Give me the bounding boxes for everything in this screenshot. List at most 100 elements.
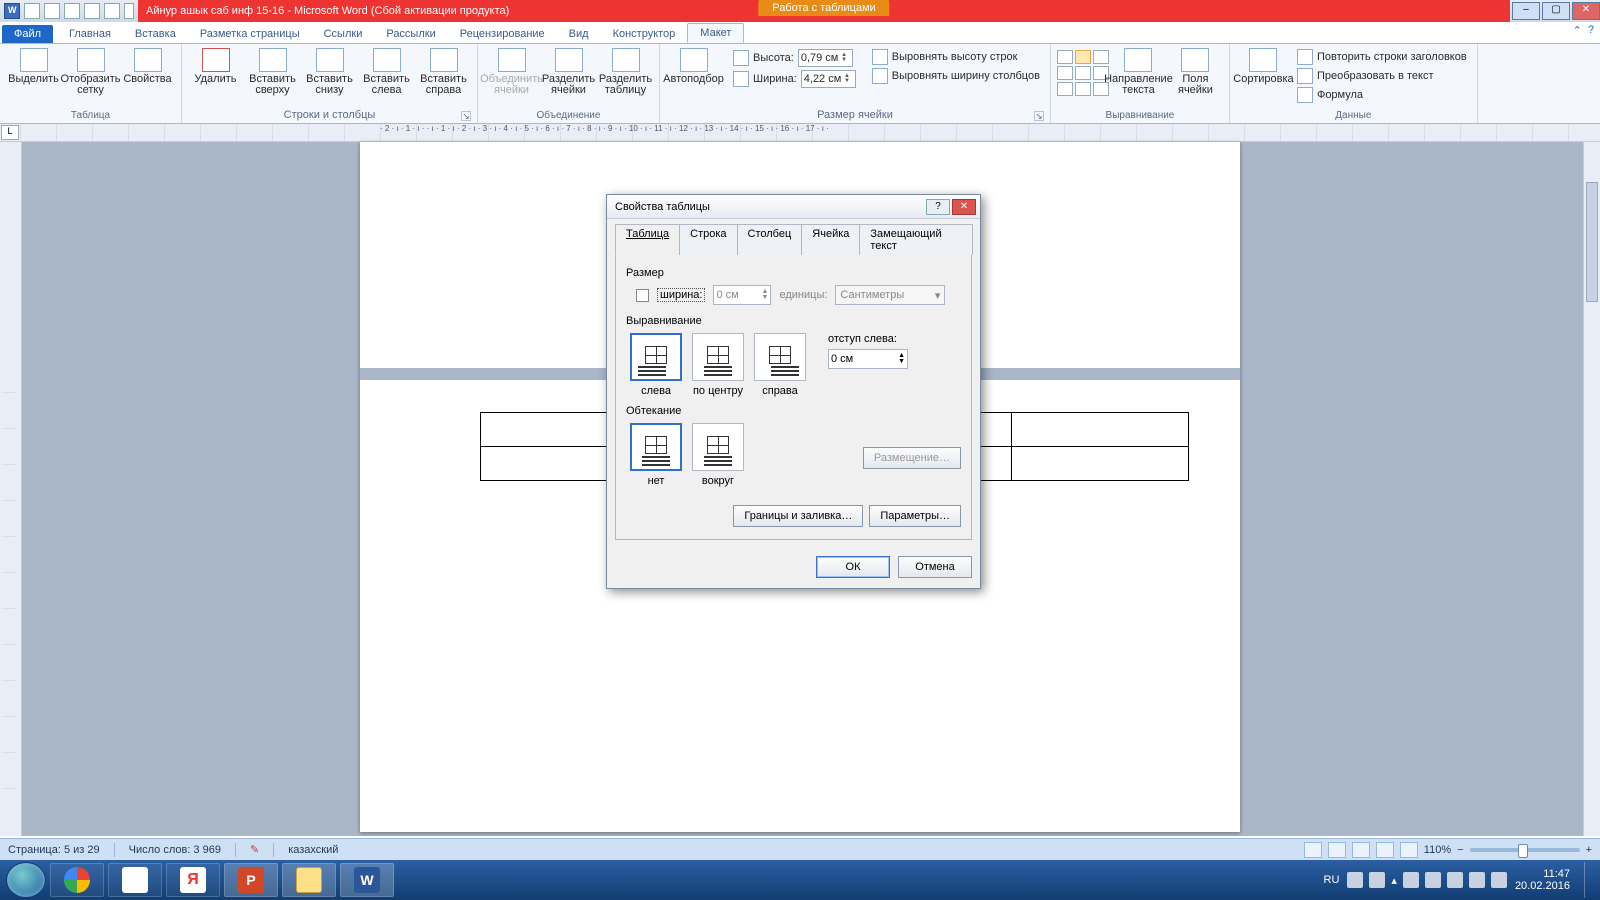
qat-dropdown-icon[interactable] (124, 3, 134, 19)
status-page[interactable]: Страница: 5 из 29 (8, 844, 100, 856)
qat-icon[interactable] (104, 3, 120, 19)
positioning-button[interactable]: Размещение… (863, 447, 961, 469)
tab-page-layout[interactable]: Разметка страницы (188, 25, 312, 43)
width-input[interactable]: 0 см▲▼ (713, 285, 771, 305)
proofing-icon[interactable]: ✎ (250, 843, 259, 856)
minimize-button[interactable]: – (1512, 2, 1540, 20)
zoom-level[interactable]: 110% (1424, 844, 1451, 856)
insert-above-button[interactable]: Вставить сверху (245, 46, 300, 96)
taskbar-word[interactable]: W (340, 863, 394, 897)
insert-below-button[interactable]: Вставить снизу (302, 46, 357, 96)
minimize-ribbon-icon[interactable]: ⌃ (1573, 24, 1582, 37)
distribute-rows-button[interactable]: Выровнять высоту строк (868, 48, 1044, 66)
print-layout-view-button[interactable] (1304, 842, 1322, 858)
split-table-button[interactable]: Разделить таблицу (598, 46, 653, 96)
wrap-around-option[interactable] (692, 423, 744, 471)
undo-icon[interactable] (44, 3, 60, 19)
tab-home[interactable]: Главная (57, 25, 123, 43)
dialog-help-button[interactable]: ? (926, 199, 950, 215)
draft-view-button[interactable] (1400, 842, 1418, 858)
dialog-tab-row[interactable]: Строка (679, 224, 737, 255)
preferred-width-checkbox[interactable] (636, 289, 649, 302)
align-center-option[interactable] (692, 333, 744, 381)
tab-review[interactable]: Рецензирование (448, 25, 557, 43)
align-left-option[interactable] (630, 333, 682, 381)
show-desktop-button[interactable] (1584, 862, 1594, 898)
dialog-launcher-icon[interactable]: ↘ (1034, 111, 1044, 121)
tab-view[interactable]: Вид (557, 25, 601, 43)
dialog-close-button[interactable]: ✕ (952, 199, 976, 215)
tab-insert[interactable]: Вставка (123, 25, 188, 43)
split-cells-button[interactable]: Разделить ячейки (541, 46, 596, 96)
properties-button[interactable]: Свойства (120, 46, 175, 96)
tab-selector[interactable]: L (1, 125, 19, 140)
tab-mailings[interactable]: Рассылки (374, 25, 447, 43)
column-width-control[interactable]: Ширина:4,22 см▲▼ (729, 69, 860, 89)
fullscreen-reading-view-button[interactable] (1328, 842, 1346, 858)
tray-language[interactable]: RU (1324, 874, 1340, 886)
vertical-scrollbar[interactable] (1583, 142, 1600, 836)
tab-file[interactable]: Файл (2, 25, 53, 43)
insert-right-button[interactable]: Вставить справа (416, 46, 471, 96)
taskbar-explorer[interactable] (282, 863, 336, 897)
insert-right-icon (430, 48, 458, 72)
cell-margins-button[interactable]: Поля ячейки (1168, 46, 1223, 96)
tab-table-layout[interactable]: Макет (687, 23, 744, 43)
qat-icon[interactable] (84, 3, 100, 19)
taskbar-volume[interactable] (108, 863, 162, 897)
delete-button[interactable]: Удалить (188, 46, 243, 96)
sort-button[interactable]: Сортировка (1236, 46, 1291, 104)
status-language[interactable]: казахский (288, 844, 338, 856)
view-gridlines-button[interactable]: Отобразить сетку (63, 46, 118, 96)
merge-cells-button[interactable]: Объединить ячейки (484, 46, 539, 96)
taskbar-yandex[interactable]: Я (166, 863, 220, 897)
convert-to-text-button[interactable]: Преобразовать в текст (1293, 67, 1471, 85)
row-height-control[interactable]: Высота:0,79 см▲▼ (729, 48, 860, 68)
borders-shading-button[interactable]: Границы и заливка… (733, 505, 863, 527)
table-tools-context-label: Работа с таблицами (758, 0, 889, 16)
ok-button[interactable]: ОК (816, 556, 890, 578)
help-icon[interactable]: ? (1588, 24, 1594, 37)
zoom-in-button[interactable]: + (1586, 844, 1592, 856)
align-right-option[interactable] (754, 333, 806, 381)
zoom-slider[interactable] (1470, 848, 1580, 852)
dialog-tab-cell[interactable]: Ячейка (801, 224, 860, 255)
indent-left-input[interactable]: 0 см▲▼ (828, 349, 908, 369)
repeat-header-rows-button[interactable]: Повторить строки заголовков (1293, 48, 1471, 66)
autofit-button[interactable]: Автоподбор (666, 46, 721, 85)
select-button[interactable]: Выделить (6, 46, 61, 96)
tab-references[interactable]: Ссылки (312, 25, 375, 43)
distribute-columns-button[interactable]: Выровнять ширину столбцов (868, 67, 1044, 85)
tray-clock[interactable]: 11:4720.02.2016 (1515, 868, 1572, 892)
word-app-icon[interactable] (4, 3, 20, 19)
dialog-tab-alt-text[interactable]: Замещающий текст (859, 224, 973, 255)
tab-table-design[interactable]: Конструктор (601, 25, 688, 43)
vertical-ruler[interactable] (0, 142, 22, 836)
close-button[interactable]: ✕ (1572, 2, 1600, 20)
options-button[interactable]: Параметры… (869, 505, 961, 527)
cancel-button[interactable]: Отмена (898, 556, 972, 578)
start-button[interactable] (6, 862, 46, 898)
taskbar-chrome[interactable] (50, 863, 104, 897)
dialog-tab-table[interactable]: Таблица (615, 224, 680, 255)
tray-chevron-icon[interactable]: ▴ (1391, 874, 1397, 887)
dialog-tab-column[interactable]: Столбец (737, 224, 803, 255)
taskbar-powerpoint[interactable]: P (224, 863, 278, 897)
dialog-launcher-icon[interactable]: ↘ (461, 111, 471, 121)
formula-button[interactable]: Формула (1293, 86, 1471, 104)
insert-left-button[interactable]: Вставить слева (359, 46, 414, 96)
cell-alignment-grid[interactable] (1057, 50, 1109, 96)
maximize-button[interactable]: ▢ (1542, 2, 1570, 20)
zoom-out-button[interactable]: − (1457, 844, 1463, 856)
web-layout-view-button[interactable] (1352, 842, 1370, 858)
redo-icon[interactable] (64, 3, 80, 19)
wrap-none-option[interactable] (630, 423, 682, 471)
horizontal-ruler[interactable]: L · 2 · ı · 1 · ı · · ı · 1 · ı · 2 · ı … (0, 124, 1600, 142)
units-select[interactable]: Сантиметры▾ (835, 285, 945, 305)
system-tray[interactable]: ▴ (1347, 872, 1507, 888)
outline-view-button[interactable] (1376, 842, 1394, 858)
save-icon[interactable] (24, 3, 40, 19)
dialog-titlebar[interactable]: Свойства таблицы ? ✕ (607, 195, 980, 219)
status-word-count[interactable]: Число слов: 3 969 (129, 844, 221, 856)
text-direction-button[interactable]: Направление текста (1111, 46, 1166, 96)
